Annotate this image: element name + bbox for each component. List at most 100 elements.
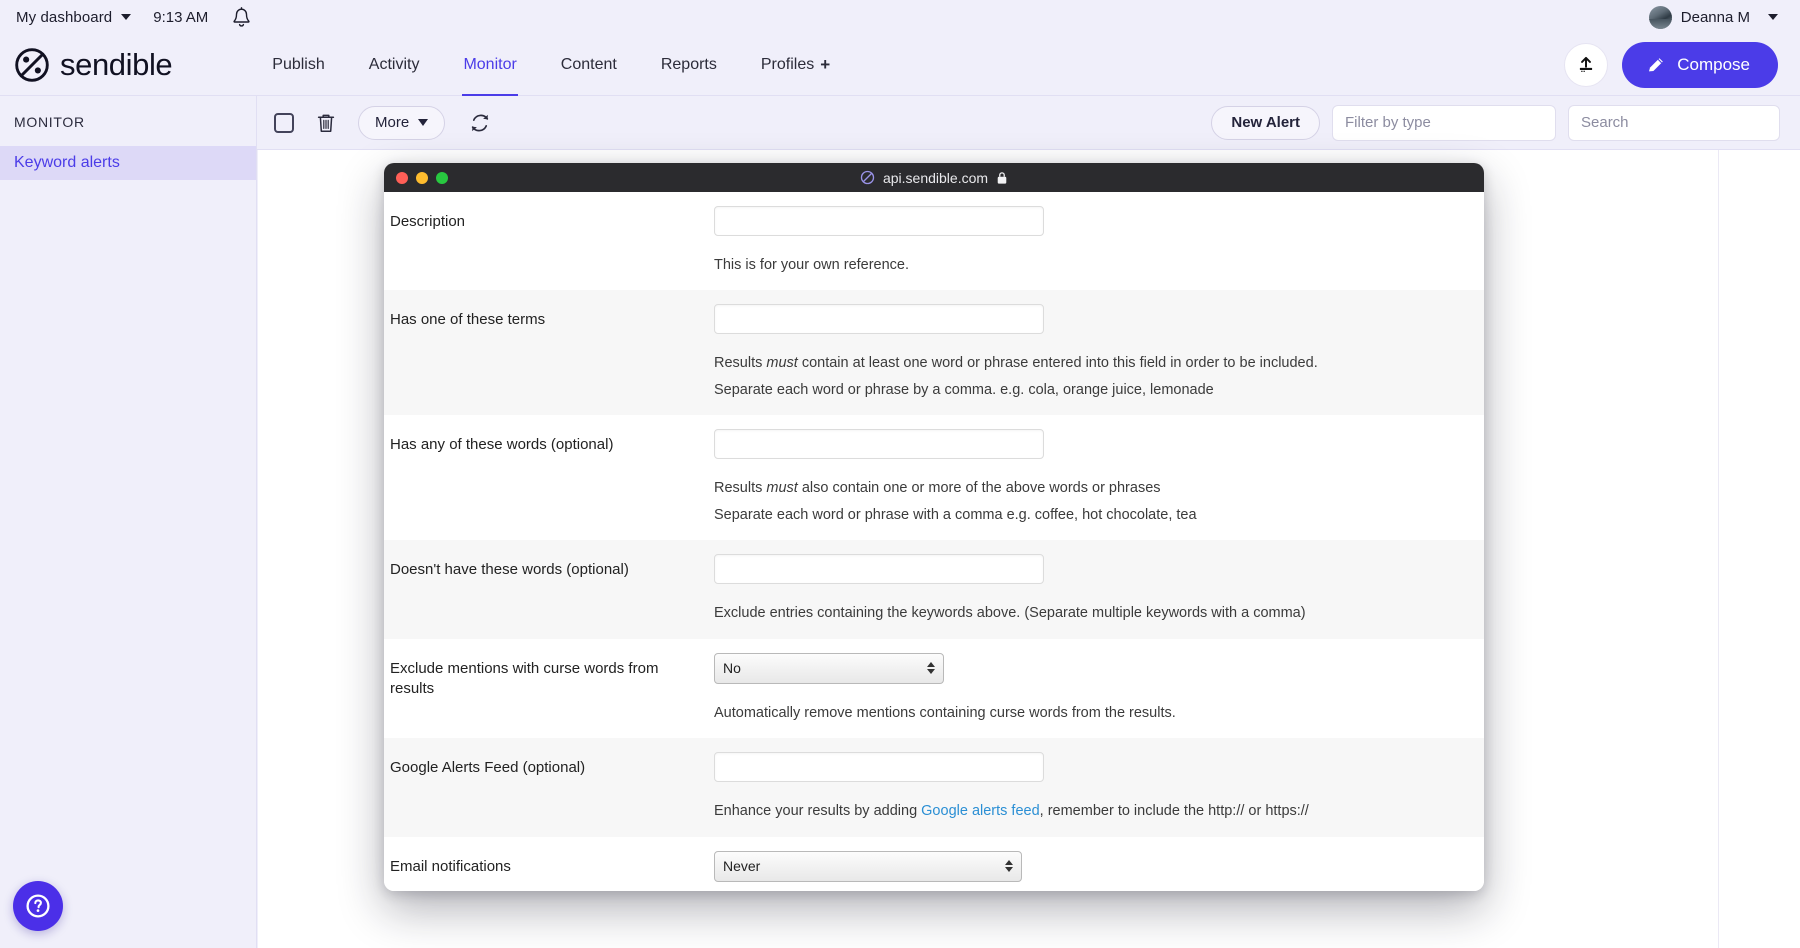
form-row-description: Description This is for your own referen… (384, 192, 1484, 290)
nav-item-content[interactable]: Content (539, 34, 639, 96)
alert-form: Description This is for your own referen… (384, 192, 1484, 891)
browser-window-modal: api.sendible.com Description This is for… (384, 163, 1484, 891)
nav-label: Monitor (463, 56, 516, 74)
more-button[interactable]: More (358, 106, 445, 140)
refresh-button[interactable] (469, 112, 491, 134)
utility-bar: My dashboard 9:13 AM Deanna M (0, 0, 1800, 34)
field-label: Description (384, 192, 714, 290)
sidebar: MONITOR Keyword alerts (0, 96, 257, 948)
sidebar-item-keyword-alerts[interactable]: Keyword alerts (0, 146, 256, 180)
form-row-email-notifications: Email notifications Never Select whether… (384, 837, 1484, 891)
field-hint: Automatically remove mentions containing… (714, 702, 1484, 724)
user-menu-chevron-down-icon[interactable] (1768, 14, 1778, 20)
brand-name: sendible (60, 47, 172, 83)
sidebar-heading: MONITOR (0, 96, 256, 130)
user-menu-label[interactable]: Deanna M (1681, 9, 1750, 26)
add-profile-plus-icon[interactable]: + (820, 55, 830, 75)
nav-item-monitor[interactable]: Monitor (441, 34, 538, 96)
sendible-favicon-icon (860, 170, 875, 185)
field-control: This is for your own reference. (714, 192, 1484, 290)
help-button[interactable] (13, 881, 63, 931)
form-row-exclude-curse-words: Exclude mentions with curse words from r… (384, 639, 1484, 738)
search-input[interactable] (1581, 114, 1780, 131)
field-control: Results must contain at least one word o… (714, 290, 1484, 415)
field-label: Google Alerts Feed (optional) (384, 738, 714, 836)
field-control: Never Select whether or not to receive e… (714, 837, 1484, 891)
field-label: Has one of these terms (384, 290, 714, 415)
nav-items: Publish Activity Monitor Content Reports… (250, 34, 852, 96)
sidebar-item-label: Keyword alerts (14, 154, 120, 172)
doesnt-have-these-words-input[interactable] (714, 554, 1044, 584)
toolbar-right: New Alert (1211, 105, 1800, 141)
list-toolbar: More New Alert (257, 96, 1800, 150)
new-alert-button[interactable]: New Alert (1211, 106, 1320, 140)
utility-bar-right: Deanna M (1649, 6, 1800, 29)
main-navbar: sendible Publish Activity Monitor Conten… (0, 34, 1800, 96)
form-row-has-any-of-these-words: Has any of these words (optional) Result… (384, 415, 1484, 540)
close-window-button[interactable] (396, 172, 408, 184)
form-row-doesnt-have-these-words: Doesn't have these words (optional) Excl… (384, 540, 1484, 638)
brand-logo[interactable]: sendible (0, 47, 172, 83)
traffic-lights (384, 172, 448, 184)
nav-item-publish[interactable]: Publish (250, 34, 346, 96)
field-hint: Results must also contain one or more of… (714, 477, 1484, 499)
field-label: Doesn't have these words (optional) (384, 540, 714, 638)
right-pane (1719, 150, 1800, 948)
nav-label: Profiles (761, 56, 814, 74)
field-label: Has any of these words (optional) (384, 415, 714, 540)
lock-icon (996, 171, 1008, 185)
chevron-down-icon[interactable] (121, 14, 131, 20)
minimize-window-button[interactable] (416, 172, 428, 184)
compose-button[interactable]: Compose (1622, 42, 1778, 88)
nav-item-profiles[interactable]: Profiles + (739, 34, 852, 96)
exclude-curse-words-select[interactable]: No (714, 653, 944, 684)
form-row-has-one-of-these-terms: Has one of these terms Results must cont… (384, 290, 1484, 415)
has-one-of-these-terms-input[interactable] (714, 304, 1044, 334)
filter-by-type-input[interactable] (1332, 105, 1556, 141)
browser-url-bar: api.sendible.com (384, 170, 1484, 186)
field-label: Email notifications (384, 837, 714, 891)
app-root: My dashboard 9:13 AM Deanna M (0, 0, 1800, 948)
more-label: More (375, 114, 409, 131)
nav-label: Content (561, 56, 617, 74)
google-alerts-feed-input[interactable] (714, 752, 1044, 782)
utility-bar-left: My dashboard 9:13 AM (0, 7, 251, 28)
field-hint: Exclude entries containing the keywords … (714, 602, 1484, 624)
maximize-window-button[interactable] (436, 172, 448, 184)
upload-button[interactable] (1564, 43, 1608, 87)
select-stepper-icon (927, 662, 935, 674)
delete-button[interactable] (316, 112, 336, 134)
field-hint: Results must contain at least one word o… (714, 352, 1484, 374)
field-control: Exclude entries containing the keywords … (714, 540, 1484, 638)
nav-item-activity[interactable]: Activity (347, 34, 442, 96)
nav-label: Activity (369, 56, 420, 74)
upload-icon (1577, 56, 1595, 74)
field-hint: This is for your own reference. (714, 254, 1484, 276)
field-hint: Separate each word or phrase with a comm… (714, 504, 1484, 526)
bell-icon[interactable] (232, 7, 251, 28)
trash-icon (316, 112, 336, 134)
form-row-google-alerts-feed: Google Alerts Feed (optional) Enhance yo… (384, 738, 1484, 836)
google-alerts-feed-link[interactable]: Google alerts feed (921, 803, 1040, 819)
field-control: Results must also contain one or more of… (714, 415, 1484, 540)
email-notifications-select[interactable]: Never (714, 851, 1022, 882)
browser-url-text: api.sendible.com (883, 170, 988, 186)
navbar-actions: Compose (1564, 42, 1800, 88)
select-stepper-icon (1005, 860, 1013, 872)
select-value: Never (723, 858, 760, 874)
field-label: Exclude mentions with curse words from r… (384, 639, 714, 738)
dashboard-selector-label[interactable]: My dashboard (16, 9, 112, 26)
pencil-icon (1646, 55, 1666, 75)
select-all-checkbox[interactable] (274, 113, 294, 133)
field-hint: Enhance your results by adding Google al… (714, 800, 1484, 822)
field-control: No Automatically remove mentions contain… (714, 639, 1484, 738)
current-time: 9:13 AM (153, 9, 208, 26)
new-alert-label: New Alert (1231, 114, 1300, 131)
chevron-down-icon (418, 119, 428, 126)
search-box[interactable] (1568, 105, 1780, 141)
has-any-of-these-words-input[interactable] (714, 429, 1044, 459)
nav-item-reports[interactable]: Reports (639, 34, 739, 96)
refresh-icon (469, 112, 491, 134)
sendible-logo-icon (14, 47, 50, 83)
description-input[interactable] (714, 206, 1044, 236)
